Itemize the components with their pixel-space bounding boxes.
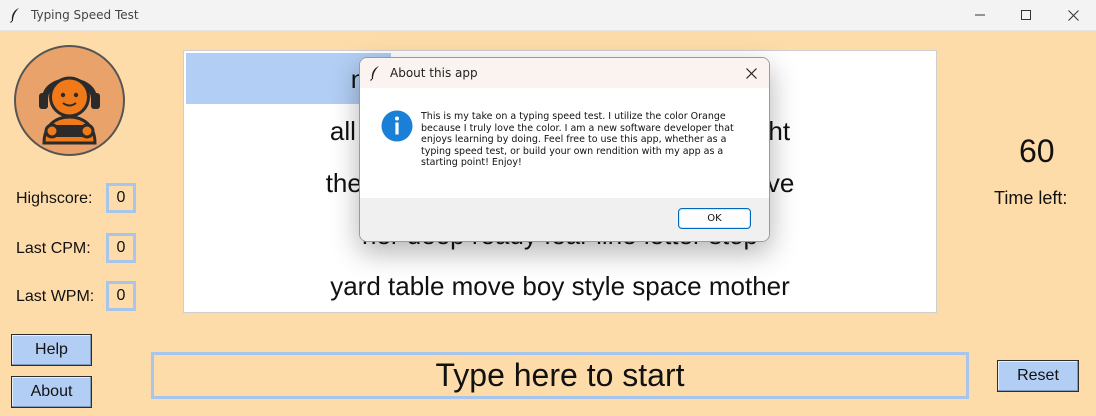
ok-button[interactable]: OK xyxy=(678,208,751,229)
info-icon xyxy=(381,110,413,142)
feather-icon xyxy=(370,66,379,81)
minimize-icon xyxy=(975,14,985,16)
minimize-button[interactable] xyxy=(957,0,1003,30)
avatar xyxy=(14,45,125,156)
maximize-button[interactable] xyxy=(1003,0,1049,30)
about-dialog: About this app This is my take on a typi… xyxy=(359,57,770,242)
dialog-title: About this app xyxy=(390,66,478,80)
type-input[interactable]: Type here to start xyxy=(151,352,969,399)
help-button[interactable]: Help xyxy=(11,334,92,366)
last-wpm-label: Last WPM: xyxy=(16,288,95,305)
robot-avatar-icon xyxy=(16,47,123,154)
feather-icon xyxy=(10,8,19,23)
dialog-footer: OK xyxy=(360,198,769,241)
last-cpm-value: 0 xyxy=(106,233,136,263)
highscore-value: 0 xyxy=(106,183,136,213)
close-button[interactable] xyxy=(1050,0,1096,30)
dialog-titlebar: About this app xyxy=(360,58,769,88)
close-icon xyxy=(745,67,757,79)
word-line-5: yard table move boy style space mother xyxy=(330,271,790,301)
window-title: Typing Speed Test xyxy=(31,8,139,22)
dialog-close-button[interactable] xyxy=(733,58,769,88)
timer-label: Time left: xyxy=(994,188,1068,208)
about-button[interactable]: About xyxy=(11,376,92,408)
highscore-label: Highscore: xyxy=(16,190,93,207)
last-wpm-value: 0 xyxy=(106,281,136,311)
close-icon xyxy=(1067,9,1079,21)
timer-value: 60 xyxy=(1019,133,1055,169)
maximize-icon xyxy=(1021,10,1031,20)
dialog-message: This is my take on a typing speed test. … xyxy=(421,111,734,168)
reset-button[interactable]: Reset xyxy=(997,360,1079,392)
last-cpm-label: Last CPM: xyxy=(16,240,91,257)
window-titlebar: Typing Speed Test xyxy=(0,0,1096,31)
